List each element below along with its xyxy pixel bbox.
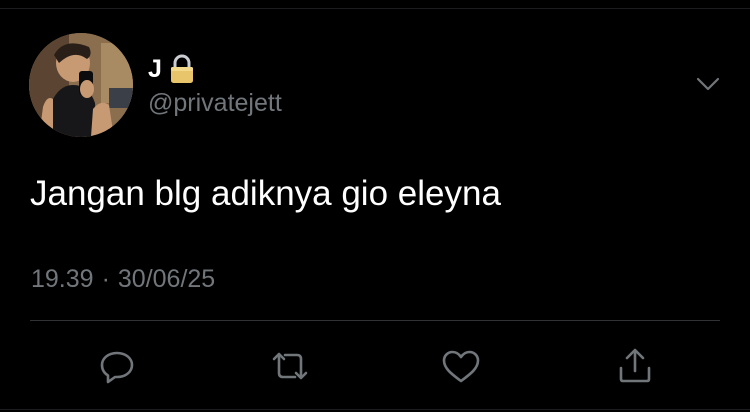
reply-icon: [100, 351, 134, 384]
author-name-row[interactable]: J: [148, 54, 196, 84]
chevron-down-icon[interactable]: [694, 73, 722, 95]
tweet-text: Jangan blg adiknya gio eleyna: [30, 174, 501, 213]
top-divider: [0, 8, 750, 9]
share-icon: [619, 348, 651, 383]
retweet-icon: [272, 352, 308, 380]
lock-icon: [168, 54, 196, 84]
tweet-date: 30/06/25: [117, 265, 216, 293]
like-button[interactable]: [439, 344, 483, 388]
bottom-divider: [0, 409, 750, 410]
reply-button[interactable]: [95, 344, 139, 388]
display-name[interactable]: J: [148, 54, 162, 84]
heart-icon: [442, 350, 480, 383]
retweet-button[interactable]: [268, 344, 312, 388]
tweet-time: 19.39: [31, 265, 94, 293]
tweet-timestamp: 19.39 · 30/06/25: [31, 263, 215, 295]
share-button[interactable]: [613, 344, 657, 388]
author-handle[interactable]: @privatejett: [148, 88, 282, 118]
actions-divider: [30, 320, 720, 321]
avatar[interactable]: [29, 33, 133, 137]
meta-separator: ·: [101, 265, 110, 293]
